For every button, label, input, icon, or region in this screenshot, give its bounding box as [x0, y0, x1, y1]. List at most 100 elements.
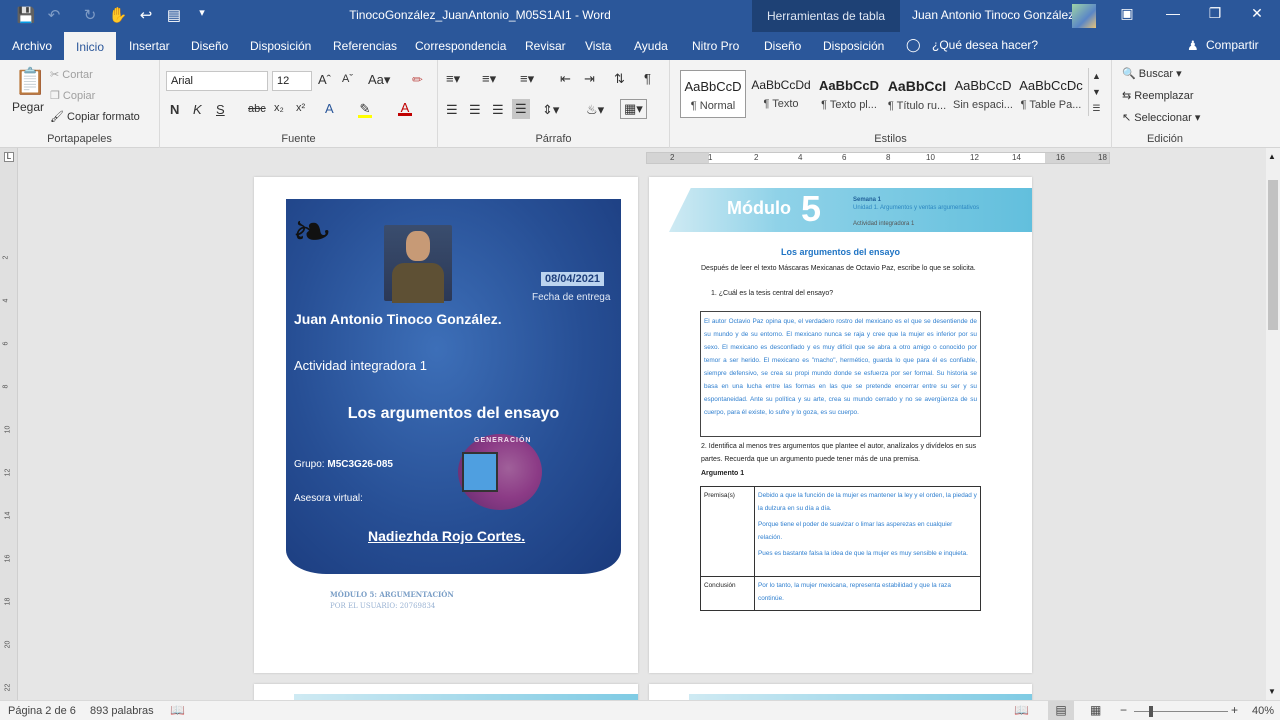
- avatar[interactable]: [1072, 4, 1096, 28]
- style-table-paragraph[interactable]: AaBbCcDc ¶ Table Pa...: [1018, 70, 1084, 118]
- restore-icon[interactable]: ❐: [1200, 5, 1230, 22]
- style-normal[interactable]: AaBbCcD ¶ Normal: [680, 70, 746, 118]
- paste-icon[interactable]: 📋: [14, 66, 46, 97]
- ribbon-display-icon[interactable]: ▣: [1112, 5, 1142, 22]
- tab-referencias[interactable]: Referencias: [333, 39, 397, 53]
- bold-icon[interactable]: N: [170, 102, 179, 117]
- select-button[interactable]: ↖ Seleccionar ▾: [1122, 111, 1200, 124]
- proofing-icon[interactable]: 📖: [170, 703, 185, 717]
- tab-correspondencia[interactable]: Correspondencia: [415, 39, 506, 53]
- tell-me-input[interactable]: ¿Qué desea hacer?: [932, 38, 1038, 52]
- page-cover[interactable]: ❧ 08/04/2021 Fecha de entrega Juan Anton…: [254, 177, 638, 673]
- multilevel-list-icon[interactable]: ≡▾: [520, 71, 534, 87]
- zoom-slider-thumb[interactable]: [1149, 706, 1153, 717]
- align-left-icon[interactable]: ☰: [446, 102, 458, 118]
- tab-table-diseno[interactable]: Diseño: [764, 39, 801, 53]
- page-activity[interactable]: Módulo 5 Semana 1 Unidad 1. Argumentos y…: [649, 177, 1032, 673]
- paste-button[interactable]: Pegar: [12, 100, 44, 114]
- page-3-preview[interactable]: [254, 684, 638, 700]
- tab-ayuda[interactable]: Ayuda: [634, 39, 668, 53]
- tab-nitro-pro[interactable]: Nitro Pro: [692, 39, 739, 53]
- font-family-select[interactable]: Arial: [166, 71, 268, 91]
- argument-table[interactable]: Premisa(s) Debido a que la función de la…: [700, 486, 981, 611]
- customize-toolbar-icon[interactable]: ▾: [190, 6, 214, 19]
- superscript-icon[interactable]: x²: [296, 102, 305, 114]
- italic-icon[interactable]: K: [193, 102, 202, 117]
- shrink-font-icon[interactable]: Aˇ: [342, 73, 353, 85]
- shading-icon[interactable]: ♨▾: [586, 102, 604, 118]
- tab-diseno[interactable]: Diseño: [191, 39, 228, 53]
- tab-disposicion[interactable]: Disposición: [250, 39, 311, 53]
- copy-button[interactable]: ❐ Copiar: [50, 89, 95, 102]
- align-center-icon[interactable]: ☰: [469, 102, 481, 118]
- print-layout-icon[interactable]: ▤: [1048, 701, 1074, 720]
- read-mode-icon[interactable]: 📖: [1014, 703, 1029, 717]
- zoom-out-icon[interactable]: −: [1120, 703, 1127, 717]
- sort-icon[interactable]: ⇅: [614, 71, 625, 87]
- cut-button[interactable]: ✂ Cortar: [50, 68, 93, 81]
- minimize-icon[interactable]: —: [1158, 5, 1188, 21]
- undo-icon[interactable]: ↶: [42, 6, 66, 24]
- highlight-icon[interactable]: ✎: [358, 101, 372, 118]
- underline-icon[interactable]: S: [216, 102, 225, 117]
- page-4-preview[interactable]: [649, 684, 1032, 700]
- decrease-indent-icon[interactable]: ⇤: [560, 71, 571, 87]
- vertical-ruler[interactable]: L 2 4 6 8 10 12 14 16 18 20 22: [0, 148, 18, 700]
- scroll-up-icon[interactable]: ▲: [1268, 152, 1276, 161]
- redo-icon[interactable]: ↻: [78, 6, 102, 24]
- increase-indent-icon[interactable]: ⇥: [584, 71, 595, 87]
- tab-inicio[interactable]: Inicio: [64, 32, 116, 60]
- line-spacing-icon[interactable]: ⇕▾: [542, 102, 559, 118]
- lightbulb-icon[interactable]: ◯: [906, 37, 921, 53]
- style-titulo[interactable]: AaBbCcI ¶ Título ru...: [884, 70, 950, 118]
- style-texto-plano[interactable]: AaBbCcD ¶ Texto pl...: [816, 70, 882, 118]
- tab-revisar[interactable]: Revisar: [525, 39, 566, 53]
- tab-archivo[interactable]: Archivo: [12, 39, 52, 53]
- touch-mode-icon[interactable]: ✋: [106, 6, 130, 24]
- font-size-select[interactable]: 12: [272, 71, 312, 91]
- style-sin-espaciado[interactable]: AaBbCcD Sin espaci...: [950, 70, 1016, 118]
- repeat-icon[interactable]: ↩: [134, 6, 158, 24]
- conclusion-label-cell[interactable]: Conclusión: [700, 576, 755, 611]
- borders-icon[interactable]: ▦▾: [620, 99, 647, 119]
- save-icon[interactable]: 💾: [14, 6, 38, 24]
- page-indicator[interactable]: Página 2 de 6: [8, 705, 76, 717]
- replace-button[interactable]: ⇆ Reemplazar: [1122, 89, 1194, 102]
- zoom-in-icon[interactable]: +: [1231, 703, 1238, 717]
- zoom-level[interactable]: 40%: [1252, 705, 1274, 717]
- vertical-scrollbar[interactable]: ▲ ▼: [1266, 148, 1280, 700]
- strikethrough-icon[interactable]: abc: [248, 103, 266, 115]
- horizontal-ruler[interactable]: 2 1 2 4 6 8 10 12 14 16 18: [646, 152, 1110, 164]
- change-case-icon[interactable]: Aa▾: [368, 72, 390, 88]
- share-button[interactable]: Compartir: [1206, 38, 1259, 52]
- conclusion-cell[interactable]: Por lo tanto, la mujer mexicana, represe…: [754, 576, 981, 611]
- web-layout-icon[interactable]: ▦: [1090, 703, 1101, 717]
- numbering-icon[interactable]: ≡▾: [482, 71, 496, 87]
- subscript-icon[interactable]: x₂: [274, 102, 284, 114]
- tab-insertar[interactable]: Insertar: [129, 39, 170, 53]
- thesis-answer-box[interactable]: El autor Octavio Paz opina que, el verda…: [700, 311, 981, 437]
- style-texto[interactable]: AaBbCcDd ¶ Texto: [748, 70, 814, 118]
- show-marks-icon[interactable]: ¶: [644, 71, 651, 86]
- format-painter-button[interactable]: 🖌 Copiar formato: [50, 110, 140, 123]
- layout-icon[interactable]: ▤: [162, 6, 186, 24]
- text-effects-icon[interactable]: A: [325, 101, 334, 116]
- document-canvas[interactable]: ❧ 08/04/2021 Fecha de entrega Juan Anton…: [0, 148, 1266, 700]
- grow-font-icon[interactable]: Aˆ: [318, 72, 331, 87]
- tab-selector-icon[interactable]: L: [4, 152, 14, 162]
- justify-icon[interactable]: ☰: [512, 99, 530, 119]
- user-name[interactable]: Juan Antonio Tinoco González: [912, 8, 1074, 22]
- scroll-down-icon[interactable]: ▼: [1268, 687, 1276, 696]
- font-color-icon[interactable]: A: [398, 100, 412, 116]
- clear-format-icon[interactable]: ✏: [412, 72, 423, 88]
- styles-scroll-icon[interactable]: ▲ ▼ ☰: [1088, 68, 1101, 116]
- tab-vista[interactable]: Vista: [585, 39, 611, 53]
- align-right-icon[interactable]: ☰: [492, 102, 504, 118]
- close-icon[interactable]: ✕: [1242, 5, 1272, 22]
- premise-label-cell[interactable]: Premisa(s): [700, 486, 755, 577]
- tab-table-disposicion[interactable]: Disposición: [823, 39, 884, 53]
- scroll-thumb[interactable]: [1268, 180, 1278, 330]
- find-button[interactable]: 🔍 Buscar ▾: [1122, 67, 1182, 80]
- word-count[interactable]: 893 palabras: [90, 705, 154, 717]
- bullets-icon[interactable]: ≡▾: [446, 71, 460, 87]
